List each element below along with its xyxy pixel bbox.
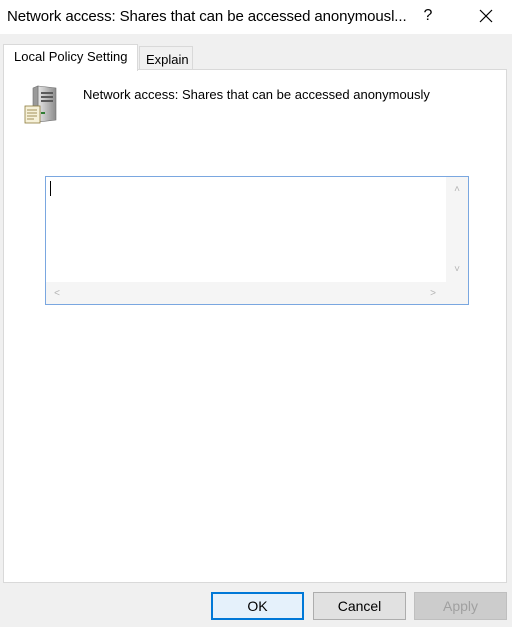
- title-bar: Network access: Shares that can be acces…: [0, 0, 512, 34]
- vertical-scrollbar[interactable]: ˄ ˅: [446, 177, 468, 283]
- text-caret: [50, 181, 51, 196]
- policy-panel: Network access: Shares that can be acces…: [3, 69, 507, 583]
- server-icon: [24, 85, 57, 124]
- scroll-down-icon[interactable]: ˅: [446, 261, 468, 277]
- close-icon: [479, 9, 493, 23]
- help-button[interactable]: ?: [412, 0, 444, 32]
- horizontal-scrollbar[interactable]: < >: [46, 282, 448, 304]
- policy-name: Network access: Shares that can be acces…: [83, 87, 430, 102]
- tab-local-policy-setting[interactable]: Local Policy Setting: [3, 44, 138, 71]
- ok-button[interactable]: OK: [211, 592, 304, 620]
- window-title: Network access: Shares that can be acces…: [7, 8, 407, 25]
- tab-explain[interactable]: Explain: [139, 46, 193, 70]
- close-button[interactable]: [468, 0, 504, 32]
- shares-text-area[interactable]: ˄ ˅ < >: [45, 176, 469, 305]
- scroll-right-icon[interactable]: >: [426, 285, 440, 301]
- help-icon: ?: [423, 7, 433, 24]
- cancel-button[interactable]: Cancel: [313, 592, 406, 620]
- apply-button[interactable]: Apply: [414, 592, 507, 620]
- scroll-left-icon[interactable]: <: [50, 285, 64, 301]
- scrollbar-corner: [446, 282, 468, 304]
- scroll-up-icon[interactable]: ˄: [446, 181, 468, 197]
